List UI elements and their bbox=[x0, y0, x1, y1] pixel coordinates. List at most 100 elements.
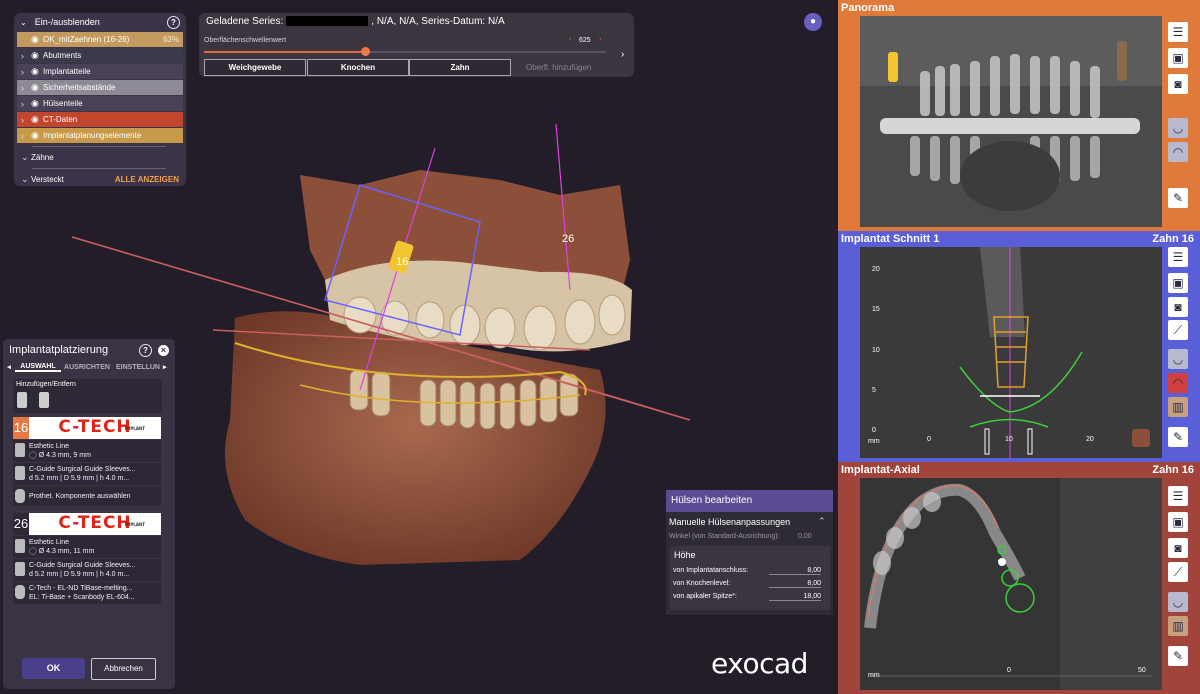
visibility-item[interactable]: › ◉ Abutments bbox=[17, 48, 183, 63]
visibility-item[interactable]: › ◉ CT-Daten bbox=[17, 112, 183, 127]
visibility-item[interactable]: › ◉ Implantatteile bbox=[17, 64, 183, 79]
jaw-view-icon[interactable]: ◡ bbox=[1168, 349, 1188, 369]
visibility-panel-header[interactable]: ⌄ Ein-/ausblenden ? bbox=[14, 13, 186, 31]
help-icon[interactable]: ? bbox=[167, 15, 180, 29]
eye-icon[interactable]: ◉ bbox=[31, 34, 43, 45]
jaw-thumbnail-icon[interactable] bbox=[1132, 429, 1150, 447]
implant-line-label: Esthetic Line bbox=[29, 443, 70, 450]
panorama-image[interactable] bbox=[860, 16, 1162, 227]
ruler-icon[interactable]: ✎ bbox=[1168, 188, 1188, 208]
help-icon[interactable]: ? bbox=[139, 343, 152, 357]
manual-adjust-section[interactable]: Manuelle Hülsenanpassungen bbox=[669, 517, 790, 527]
ruler-icon[interactable]: ✎ bbox=[1168, 646, 1188, 666]
tooth-button[interactable]: Zahn bbox=[409, 59, 511, 76]
visibility-item[interactable]: › ◉ Hülsenteile bbox=[17, 96, 183, 111]
chevron-down-icon[interactable]: ⌄ bbox=[21, 152, 31, 163]
add-implant-icon[interactable] bbox=[17, 392, 27, 408]
layout-icon[interactable]: ▣ bbox=[1168, 273, 1188, 293]
x-tick: 0 bbox=[1007, 667, 1011, 674]
visibility-item-label: Implantatplanungselemente bbox=[43, 131, 142, 140]
chevron-right-icon[interactable]: › bbox=[21, 99, 31, 109]
screenshot-icon[interactable]: ◙ bbox=[1168, 538, 1188, 558]
implant-16-component[interactable]: Prothet. Komponente auswählen bbox=[13, 486, 161, 506]
teeth-view-icon[interactable]: ◠ bbox=[1168, 373, 1188, 393]
height-apex-input[interactable]: 18,00 bbox=[769, 593, 821, 601]
chevron-right-icon[interactable]: › bbox=[21, 115, 31, 125]
height-bone-input[interactable]: 8,00 bbox=[769, 580, 821, 588]
section-image[interactable] bbox=[860, 247, 1162, 458]
eye-icon[interactable]: ◉ bbox=[31, 82, 43, 93]
bone-view-icon[interactable]: ▥ bbox=[1168, 616, 1188, 636]
visibility-item-label: CT-Daten bbox=[43, 115, 78, 124]
jaw-view-icon[interactable]: ◡ bbox=[1168, 592, 1188, 612]
ruler-icon[interactable]: ✎ bbox=[1168, 427, 1188, 447]
y-tick: 0 bbox=[872, 427, 876, 434]
threshold-value[interactable]: 625 bbox=[579, 37, 591, 44]
layout-icon[interactable]: ▣ bbox=[1168, 512, 1188, 532]
measure-icon[interactable]: ⟋ bbox=[1168, 562, 1188, 582]
group-teeth[interactable]: ⌄ Zähne bbox=[17, 150, 183, 165]
bone-button[interactable]: Knochen bbox=[307, 59, 409, 76]
tab-selection[interactable]: AUSWAHL bbox=[15, 363, 61, 372]
implant-16-line[interactable]: Esthetic Line ◯ Ø 4.3 mm, 9 mm bbox=[13, 440, 161, 462]
chevron-right-icon[interactable]: › bbox=[21, 67, 31, 77]
implant-26-line[interactable]: Esthetic Line ◯ Ø 4.3 mm, 11 mm bbox=[13, 536, 161, 558]
bone-view-icon[interactable]: ▥ bbox=[1168, 397, 1188, 417]
axial-toolbar: ☰ ▣ ◙ ⟋ ◡ ▥ ✎ bbox=[1168, 486, 1190, 681]
eye-icon[interactable]: ◉ bbox=[31, 50, 43, 61]
implant-26-component[interactable]: C-Tech - EL-ND TiBase-melting... EL: Ti-… bbox=[13, 582, 161, 604]
menu-list-icon[interactable]: ☰ bbox=[1168, 486, 1188, 506]
tooth-number-16[interactable]: 16 bbox=[13, 417, 29, 439]
chevron-down-icon[interactable]: ⌄ bbox=[20, 18, 27, 27]
implant-16-sleeve[interactable]: C-Guide Surgical Guide Sleeves... d 5.2 … bbox=[13, 463, 161, 485]
eye-icon[interactable]: ◉ bbox=[31, 66, 43, 77]
visibility-item[interactable]: › ◉ Implantatplanungselemente bbox=[17, 128, 183, 143]
chevron-left-icon[interactable]: ‹ bbox=[569, 36, 571, 43]
chevron-right-icon[interactable]: › bbox=[21, 51, 31, 61]
screenshot-icon[interactable]: ◙ bbox=[1168, 297, 1188, 317]
close-icon[interactable]: × bbox=[158, 344, 169, 356]
screenshot-icon[interactable]: ◙ bbox=[1168, 74, 1188, 94]
eye-icon[interactable]: ◉ bbox=[31, 114, 43, 125]
visibility-item[interactable]: › ◉ Sicherheitsabstände bbox=[17, 80, 183, 95]
implant-label-26: 26 bbox=[562, 233, 574, 245]
tooth-number-26[interactable]: 26 bbox=[13, 513, 29, 535]
menu-list-icon[interactable]: ☰ bbox=[1168, 22, 1188, 42]
implant-26-sleeve[interactable]: C-Guide Surgical Guide Sleeves... d 5.2 … bbox=[13, 559, 161, 581]
axial-image[interactable] bbox=[860, 478, 1162, 690]
upper-jaw-icon[interactable]: ◡ bbox=[1168, 118, 1188, 138]
chevron-down-icon[interactable]: ⌄ bbox=[21, 174, 31, 185]
scale-label: 50 bbox=[1138, 667, 1146, 674]
tab-settings[interactable]: EINSTELLUN bbox=[113, 364, 163, 371]
show-all-button[interactable]: ALLE ANZEIGEN bbox=[115, 175, 179, 184]
menu-list-icon[interactable]: ☰ bbox=[1168, 247, 1188, 267]
layout-icon[interactable]: ▣ bbox=[1168, 48, 1188, 68]
eye-icon[interactable]: ◉ bbox=[31, 98, 43, 109]
add-sleeve-icon[interactable] bbox=[39, 392, 49, 408]
redacted-name bbox=[286, 16, 369, 27]
visibility-item[interactable]: ◉ OK_mitZaehnen (16-26) 63% bbox=[17, 32, 183, 47]
component-label-2: EL: Ti-Base + Scanbody EL-604... bbox=[29, 594, 135, 601]
lower-jaw-icon[interactable]: ◠ bbox=[1168, 142, 1188, 162]
tab-align[interactable]: AUSRICHTEN bbox=[61, 364, 113, 371]
chevron-right-icon[interactable]: › bbox=[21, 131, 31, 141]
chevron-left-icon[interactable]: ◂ bbox=[3, 363, 15, 371]
sleeve-icon bbox=[15, 466, 25, 480]
series-title: Geladene Series: , N/A, N/A, Series-Datum… bbox=[206, 16, 505, 27]
opacity-percent[interactable]: 63% bbox=[163, 35, 179, 44]
bell-icon[interactable]: ● bbox=[804, 13, 822, 31]
add-surface-button[interactable]: Oberfl. hinzufügen bbox=[526, 63, 591, 72]
chevron-right-icon[interactable]: › bbox=[599, 36, 601, 43]
chevron-up-icon[interactable]: ⌃ bbox=[818, 516, 826, 527]
eye-icon[interactable]: ◉ bbox=[31, 130, 43, 141]
cancel-button[interactable]: Abbrechen bbox=[91, 658, 156, 680]
height-implant-input[interactable]: 8,00 bbox=[769, 567, 821, 575]
ok-button[interactable]: OK bbox=[22, 658, 85, 679]
expand-arrow-icon[interactable]: › bbox=[621, 49, 624, 60]
threshold-slider-knob[interactable] bbox=[360, 47, 370, 56]
chevron-right-icon[interactable]: › bbox=[21, 83, 31, 93]
group-hidden[interactable]: ⌄ Versteckt ALLE ANZEIGEN bbox=[17, 172, 183, 186]
soft-tissue-button[interactable]: Weichgewebe bbox=[204, 59, 306, 76]
measure-icon[interactable]: ⟋ bbox=[1168, 320, 1188, 340]
chevron-right-icon[interactable]: ▸ bbox=[163, 363, 173, 371]
